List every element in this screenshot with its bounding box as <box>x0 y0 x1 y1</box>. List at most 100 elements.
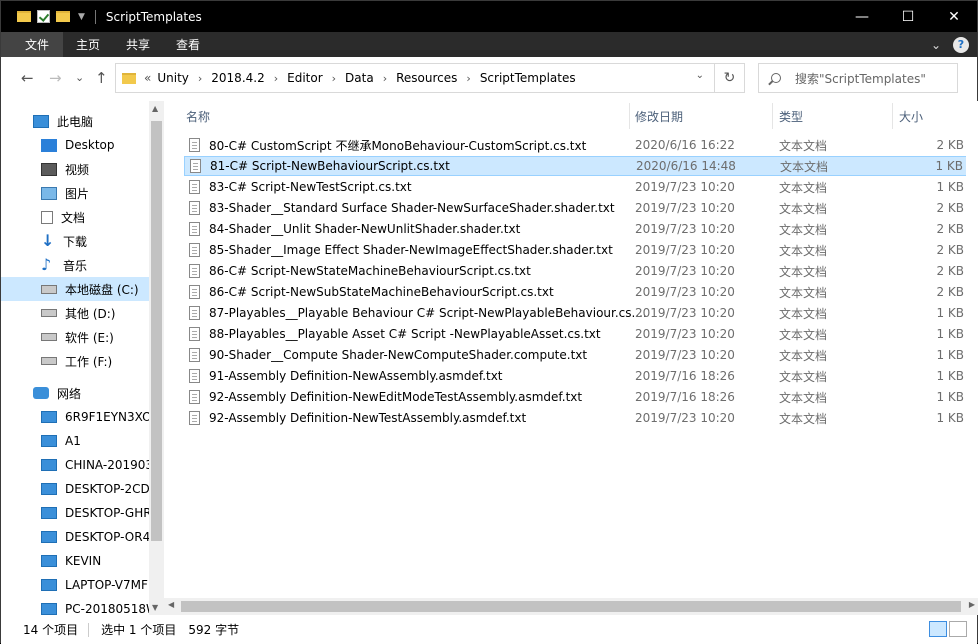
file-row[interactable]: 86-C# Script-NewStateMachineBehaviourScr… <box>184 261 966 281</box>
breadcrumb-editor[interactable]: Editor <box>287 71 323 85</box>
breadcrumb-overflow[interactable]: « <box>144 71 151 85</box>
breadcrumb-version[interactable]: 2018.4.2 <box>211 71 264 85</box>
column-divider[interactable] <box>892 103 893 129</box>
sidebar-item-local-disk-c[interactable]: 本地磁盘 (C:) <box>1 277 149 301</box>
horizontal-scrollbar[interactable]: ◀ ▶ <box>164 598 978 615</box>
sidebar-item-network-computer[interactable]: DESKTOP-2CDS <box>1 477 149 501</box>
breadcrumb-separator[interactable]: › <box>274 72 278 85</box>
file-date-modified: 2020/6/16 16:22 <box>635 138 735 152</box>
address-bar[interactable]: « Unity › 2018.4.2 › Editor › Data › Res… <box>115 63 745 93</box>
file-row[interactable]: 83-Shader__Standard Surface Shader-NewSu… <box>184 198 966 218</box>
scroll-up-icon[interactable]: ▲ <box>152 104 158 113</box>
sidebar-item-network-computer[interactable]: KEVIN <box>1 549 149 573</box>
refresh-button[interactable]: ↻ <box>714 64 744 92</box>
breadcrumb-separator[interactable]: › <box>198 72 202 85</box>
sidebar-item-desktop[interactable]: Desktop <box>1 133 149 157</box>
search-input[interactable]: 搜索"ScriptTemplates" <box>795 70 926 87</box>
column-header-size[interactable]: 大小 <box>899 101 959 131</box>
sidebar-item-documents[interactable]: 文档 <box>1 205 149 229</box>
file-name: 88-Playables__Playable Asset C# Script -… <box>209 327 601 341</box>
sidebar-item-network-computer[interactable]: LAPTOP-V7MF <box>1 573 149 597</box>
breadcrumb-scripttemplates[interactable]: ScriptTemplates <box>480 71 576 85</box>
breadcrumb-separator[interactable]: › <box>383 72 387 85</box>
file-row[interactable]: 85-Shader__Image Effect Shader-NewImageE… <box>184 240 966 260</box>
file-row[interactable]: 91-Assembly Definition-NewAssembly.asmde… <box>184 366 966 386</box>
file-date-modified: 2019/7/23 10:20 <box>635 180 735 194</box>
file-list-scroll-area <box>966 101 978 598</box>
scroll-right-icon[interactable]: ▶ <box>969 600 975 609</box>
sidebar-item-network-computer[interactable]: CHINA-201903 <box>1 453 149 477</box>
file-row[interactable]: 84-Shader__Unlit Shader-NewUnlitShader.s… <box>184 219 966 239</box>
file-row[interactable]: 92-Assembly Definition-NewTestAssembly.a… <box>184 408 966 428</box>
sidebar-item-network-computer[interactable]: A1 <box>1 429 149 453</box>
tab-home[interactable]: 主页 <box>63 32 113 57</box>
navigation-scrollbar[interactable]: ▲ ▼ <box>149 101 164 615</box>
sidebar-item-label: 本地磁盘 (C:) <box>65 282 139 297</box>
close-button[interactable]: ✕ <box>931 1 977 32</box>
tab-file[interactable]: 文件 <box>1 32 64 57</box>
file-row[interactable]: 83-C# Script-NewTestScript.cs.txt 2019/7/… <box>184 177 966 197</box>
column-divider[interactable] <box>629 103 630 129</box>
breadcrumb-resources[interactable]: Resources <box>396 71 457 85</box>
folder-icon <box>17 11 31 22</box>
scrollbar-thumb[interactable] <box>151 121 162 541</box>
sidebar-item-label: 其他 (D:) <box>65 306 116 321</box>
sidebar-item-this-pc[interactable]: 此电脑 <box>1 109 149 133</box>
customize-toolbar-icon[interactable]: ▼ <box>78 12 85 22</box>
recent-locations-icon[interactable]: ⌄ <box>75 71 84 84</box>
maximize-button[interactable]: ☐ <box>885 1 931 32</box>
column-header-date[interactable]: 修改日期 <box>635 101 773 131</box>
file-row[interactable]: 87-Playables__Playable Behaviour C# Scri… <box>184 303 966 323</box>
forward-icon[interactable]: → <box>49 69 62 87</box>
sidebar-item-network-computer[interactable]: PC-20180518W <box>1 597 149 615</box>
network-icon <box>33 387 49 399</box>
file-row[interactable]: 80-C# CustomScript 不继承MonoBehaviour-Cust… <box>184 135 966 155</box>
breadcrumb-unity[interactable]: Unity <box>157 71 189 85</box>
sidebar-item-drive-d[interactable]: 其他 (D:) <box>1 301 149 325</box>
scrollbar-thumb[interactable] <box>181 601 961 612</box>
sidebar-item-network-computer[interactable]: DESKTOP-GHR <box>1 501 149 525</box>
column-header-name[interactable]: 名称 <box>186 101 626 131</box>
sidebar-item-network-computer[interactable]: DESKTOP-OR4 <box>1 525 149 549</box>
breadcrumb-separator[interactable]: › <box>332 72 336 85</box>
sidebar-item-videos[interactable]: 视频 <box>1 157 149 181</box>
sidebar-item-label: A1 <box>65 434 81 448</box>
minimize-button[interactable]: — <box>839 1 885 32</box>
scroll-down-icon[interactable]: ▼ <box>152 603 158 612</box>
tab-view[interactable]: 查看 <box>163 32 213 57</box>
tab-share[interactable]: 共享 <box>113 32 163 57</box>
file-size: 2 KB <box>936 222 964 236</box>
text-file-icon <box>189 180 200 194</box>
file-row[interactable]: 90-Shader__Compute Shader-NewComputeShad… <box>184 345 966 365</box>
file-row[interactable]: 81-C# Script-NewBehaviourScript.cs.txt 20… <box>184 156 966 176</box>
item-count: 14 个项目 <box>23 623 79 637</box>
help-icon[interactable]: ? <box>953 36 969 53</box>
large-icons-view-button[interactable] <box>949 621 967 637</box>
file-date-modified: 2019/7/23 10:20 <box>635 201 735 215</box>
file-size: 2 KB <box>936 138 964 152</box>
address-history-icon[interactable]: ⌄ <box>696 70 704 81</box>
details-view-button[interactable] <box>929 621 947 637</box>
expand-ribbon-icon[interactable]: ⌄ <box>931 38 941 52</box>
column-header-type[interactable]: 类型 <box>779 101 889 131</box>
sidebar-item-downloads[interactable]: 下载 <box>1 229 149 253</box>
sidebar-item-music[interactable]: 音乐 <box>1 253 149 277</box>
text-file-icon <box>189 390 200 404</box>
new-folder-icon[interactable] <box>56 11 70 22</box>
column-divider[interactable] <box>772 103 773 129</box>
up-icon[interactable]: ↑ <box>95 69 108 87</box>
breadcrumb-data[interactable]: Data <box>345 71 374 85</box>
sidebar-item-drive-e[interactable]: 软件 (E:) <box>1 325 149 349</box>
sidebar-item-network-computer[interactable]: 6R9F1EYN3XO2 <box>1 405 149 429</box>
sidebar-item-network[interactable]: 网络 <box>1 381 149 405</box>
breadcrumb-separator[interactable]: › <box>466 72 470 85</box>
file-row[interactable]: 86-C# Script-NewSubStateMachineBehaviour… <box>184 282 966 302</box>
properties-icon[interactable] <box>37 10 50 23</box>
file-row[interactable]: 92-Assembly Definition-NewEditModeTestAs… <box>184 387 966 407</box>
search-box[interactable]: 搜索"ScriptTemplates" <box>758 63 958 93</box>
sidebar-item-drive-f[interactable]: 工作 (F:) <box>1 349 149 373</box>
back-icon[interactable]: ← <box>21 69 34 87</box>
file-row[interactable]: 88-Playables__Playable Asset C# Script -… <box>184 324 966 344</box>
sidebar-item-pictures[interactable]: 图片 <box>1 181 149 205</box>
scroll-left-icon[interactable]: ◀ <box>168 600 174 609</box>
